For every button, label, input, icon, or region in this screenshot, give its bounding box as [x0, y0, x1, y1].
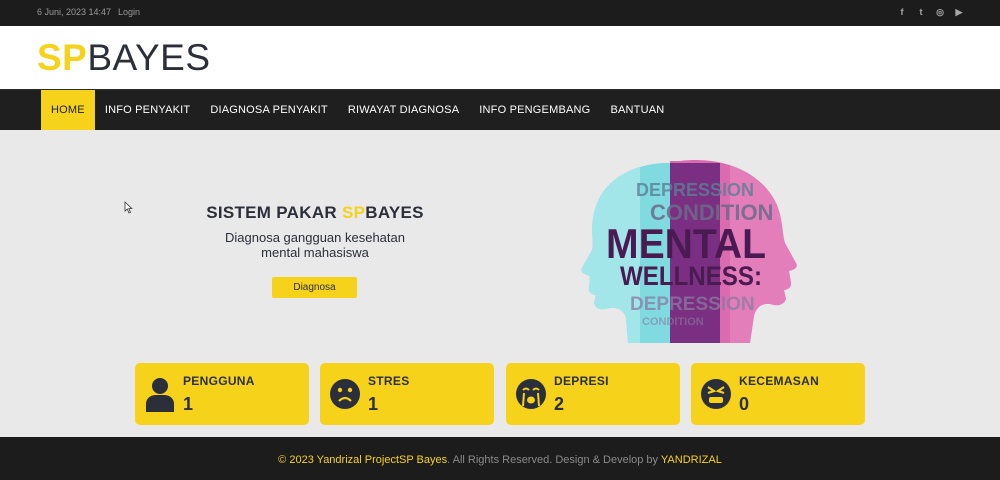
mouse-cursor-icon [124, 201, 133, 214]
hero-subtitle-line1: Diagnosa gangguan kesehatan [225, 230, 405, 245]
angry-face-icon [701, 379, 731, 409]
nav-bantuan[interactable]: BANTUAN [600, 90, 674, 130]
nav-info-pengembang[interactable]: INFO PENGEMBANG [469, 90, 600, 130]
stat-label: PENGGUNA [183, 374, 255, 388]
logo-bayes: BAYES [87, 37, 211, 78]
stat-card-depresi: DEPRESI 2 [506, 363, 680, 425]
site-logo[interactable]: SPBAYES [37, 38, 211, 78]
nav-home[interactable]: HOME [41, 90, 95, 130]
mental-wellness-image: DEPRESSION CONDITION MENTAL WELLNESS: DE… [581, 160, 797, 344]
hero-subtitle: Diagnosa gangguan kesehatan mental mahas… [190, 230, 440, 260]
stat-value: 2 [554, 394, 565, 414]
facebook-icon[interactable]: f [897, 7, 907, 18]
hero-title-sp: SP [342, 203, 366, 222]
footer-middle: . All Rights Reserved. Design & Develop … [447, 454, 661, 466]
stat-card-pengguna: PENGGUNA 1 [135, 363, 309, 425]
stat-label: STRES [368, 374, 410, 388]
top-bar: 6 Juni, 2023 14:47 Login f t ◎ ▶ [0, 0, 1000, 26]
image-text-condition-bottom: CONDITION [642, 316, 704, 328]
image-text-mental: MENTAL [606, 220, 766, 267]
stats-cards: PENGGUNA 1 STRES 1 DEPRESI 2 KECEMASAN 0 [135, 363, 865, 425]
logo-sp: SP [37, 37, 88, 78]
hero-title: SISTEM PAKAR SPBAYES [190, 203, 440, 223]
login-link[interactable]: Login [118, 7, 140, 17]
stat-card-kecemasan: KECEMASAN 0 [691, 363, 865, 425]
nav-info-penyakit[interactable]: INFO PENYAKIT [95, 90, 201, 130]
main-navigation: HOME INFO PENYAKIT DIAGNOSA PENYAKIT RIW… [0, 89, 1000, 130]
footer: © 2023 Yandrizal ProjectSP Bayes. All Ri… [0, 437, 1000, 480]
image-text-depression-bottom: DEPRESSION [630, 294, 755, 315]
hero-subtitle-line2: mental mahasiswa [261, 245, 369, 260]
image-text-wellness: WELLNESS: [620, 261, 762, 291]
stat-value: 1 [183, 394, 194, 414]
user-icon [146, 378, 174, 412]
footer-text: © 2023 Yandrizal ProjectSP Bayes. All Ri… [0, 454, 1000, 466]
sad-face-icon [330, 379, 360, 409]
nav-diagnosa-penyakit[interactable]: DIAGNOSA PENYAKIT [200, 90, 338, 130]
footer-copyright-symbol: © [278, 454, 290, 466]
social-links: f t ◎ ▶ [897, 7, 964, 18]
twitter-icon[interactable]: t [916, 7, 926, 18]
stat-label: DEPRESI [554, 374, 609, 388]
crying-face-icon [516, 379, 546, 409]
brand-bar: SPBAYES [0, 26, 1000, 89]
youtube-icon[interactable]: ▶ [954, 7, 964, 18]
stat-value: 0 [739, 394, 750, 414]
nav-riwayat-diagnosa[interactable]: RIWAYAT DIAGNOSA [338, 90, 469, 130]
stat-card-stres: STRES 1 [320, 363, 494, 425]
stat-label: KECEMASAN [739, 374, 820, 388]
diagnosa-button[interactable]: Diagnosa [272, 277, 357, 298]
hero-title-prefix: SISTEM PAKAR [206, 203, 343, 222]
image-text-depression-top: DEPRESSION [636, 180, 754, 200]
hero-title-suffix: BAYES [365, 203, 424, 222]
current-date: 6 Juni, 2023 14:47 [37, 7, 112, 17]
footer-project-link[interactable]: 2023 Yandrizal ProjectSP Bayes [289, 454, 447, 466]
footer-author-link[interactable]: YANDRIZAL [661, 454, 722, 466]
hero-section: SISTEM PAKAR SPBAYES Diagnosa gangguan k… [190, 203, 440, 298]
stat-value: 1 [368, 394, 379, 414]
instagram-icon[interactable]: ◎ [935, 7, 945, 18]
